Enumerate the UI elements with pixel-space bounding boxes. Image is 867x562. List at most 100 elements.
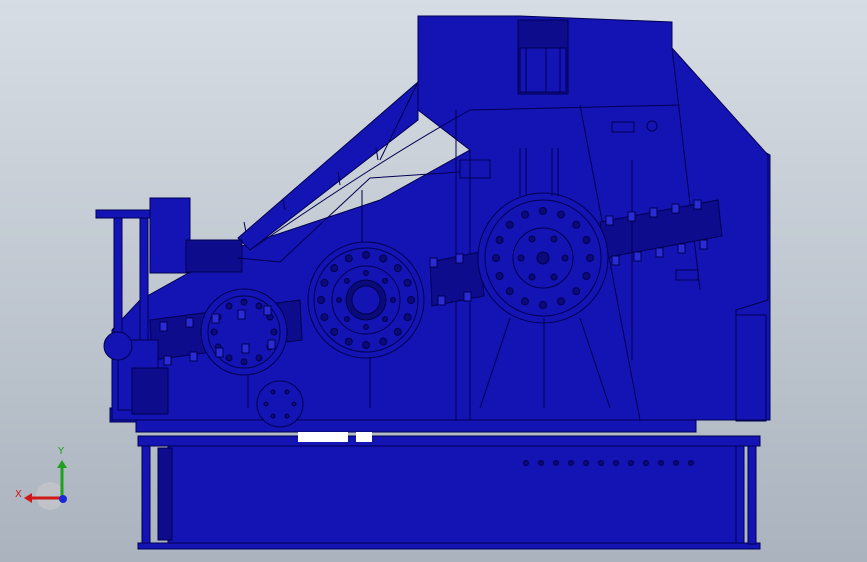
hammer-tooth [437,295,446,306]
base-bolt-hole [658,460,664,466]
hammer-tooth [241,343,250,354]
bolt-hole [517,254,525,262]
bolt-hole [270,413,276,419]
bolt-hole [539,301,547,309]
bolt-hole [317,296,325,304]
triad-z-axis [59,495,67,503]
bolt-hole [379,337,388,346]
bolt-hole [320,313,329,322]
bolt-hole [528,273,536,281]
base-frame [109,407,761,550]
bolt-hole [586,254,594,262]
bolt-hole [270,389,276,395]
bolt-hole [505,220,514,229]
bolt-hole [255,302,263,310]
bolt-hole [550,235,558,243]
bolt-hole [263,401,269,407]
triad-x-label: X [15,489,22,500]
bolt-hole [495,236,504,245]
hammer-tooth [237,309,246,320]
base-bolt-hole [523,460,529,466]
bolt-hole [270,328,278,336]
bolt-hole [407,296,415,304]
hammer-tooth [633,251,642,262]
hammer-tooth [163,355,172,366]
hammer-tooth [455,253,464,264]
bolt-hole [556,297,565,306]
bolt-hole [582,236,591,245]
bolt-hole [393,327,402,336]
hammer-tooth [605,215,614,226]
bolt-hole [539,207,547,215]
bolt-hole [336,297,342,303]
bolt-hole [521,297,530,306]
bolt-hole [363,270,369,276]
hammer-tooth [463,291,472,302]
hammer-tooth [263,305,272,316]
cad-viewport[interactable]: X Y [0,0,867,562]
hammer-tooth [185,317,194,328]
base-bolt-hole [568,460,574,466]
base-bolt-hole [688,460,694,466]
bolt-hole [343,277,350,284]
hammer-tooth [677,243,686,254]
hammer-tooth [671,203,680,214]
triad-origin-sphere [36,482,64,510]
base-bolt-hole [553,460,559,466]
bolt-hole [284,389,290,395]
bolt-hole [320,278,329,287]
base-bolt-hole [583,460,589,466]
triad-y-label: Y [57,446,65,457]
bolt-hole [556,210,565,219]
bolt-hole [572,287,581,296]
hammer-tooth [159,321,168,332]
bolt-hole [379,254,388,263]
bolt-hole [225,302,233,310]
bolt-hole [382,316,389,323]
bolt-hole [572,220,581,229]
hammer-tooth [655,247,664,258]
hammer-tooth [267,339,276,350]
base-bolt-hole [628,460,634,466]
bolt-hole [521,210,530,219]
bolt-hole [344,254,353,263]
bolt-hole [393,264,402,273]
bolt-hole [582,271,591,280]
hammer-tooth [429,257,438,268]
bolt-hole [403,278,412,287]
bolt-hole [528,235,536,243]
bolt-hole [255,354,263,362]
bolt-hole [495,271,504,280]
bolt-hole [382,277,389,284]
bolt-hole [362,341,370,349]
cad-scene[interactable]: X Y [0,0,867,562]
bolt-hole [225,354,233,362]
bolt-hole [505,287,514,296]
hammer-tooth [189,351,198,362]
hammer-tooth [215,347,224,358]
base-bolt-hole [598,460,604,466]
base-bolt-hole [613,460,619,466]
hammer-tooth [699,239,708,250]
base-bolt-hole [673,460,679,466]
bolt-hole [240,358,248,366]
bolt-hole [240,298,248,306]
bolt-hole [492,254,500,262]
base-bolt-hole [643,460,649,466]
hammer-tooth [649,207,658,218]
bolt-hole [210,328,218,336]
bolt-hole [344,337,353,346]
hammer-tooth [611,255,620,266]
hammer-tooth [211,313,220,324]
bolt-hole [403,313,412,322]
hammer-tooth [693,199,702,210]
bolt-hole [343,316,350,323]
hammer-tooth [627,211,636,222]
primary-rotor [307,241,425,359]
base-bolt-hole [538,460,544,466]
bolt-hole [550,273,558,281]
bolt-hole [330,264,339,273]
bolt-hole [561,254,569,262]
bolt-hole [291,401,297,407]
bolt-hole [390,297,396,303]
